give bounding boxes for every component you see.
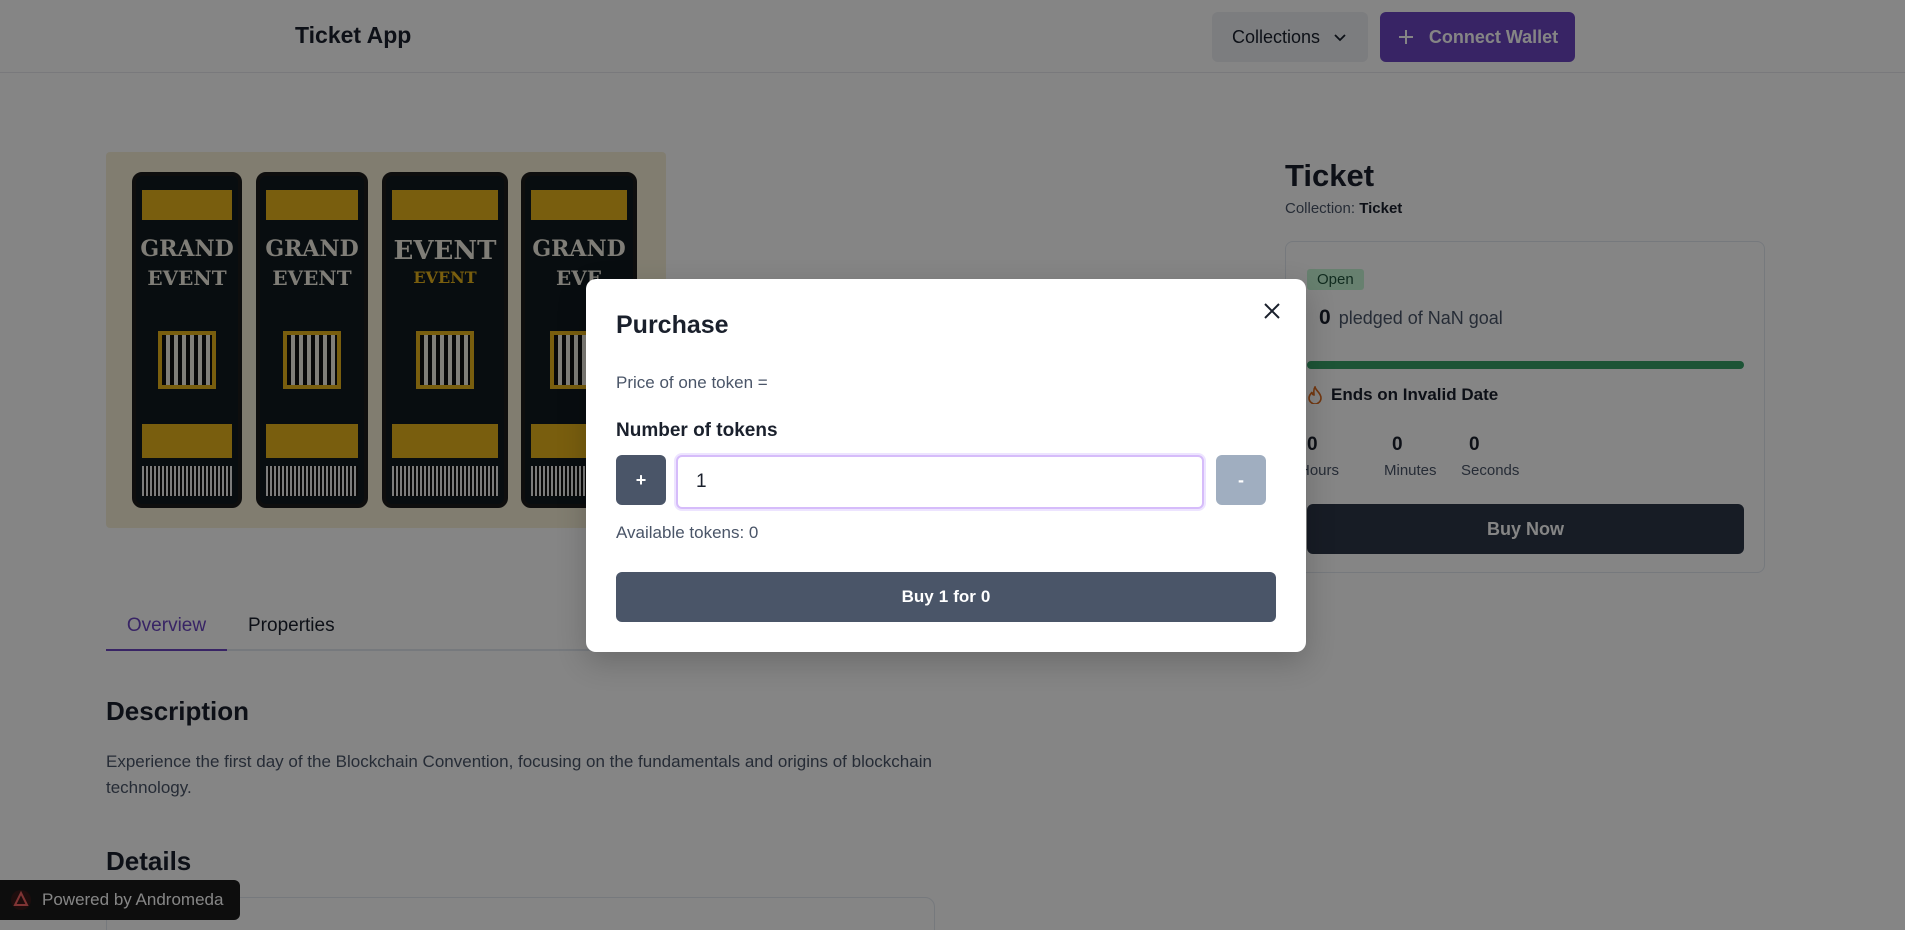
- buy-price: 0: [980, 587, 991, 606]
- quantity-input[interactable]: [676, 455, 1204, 509]
- purchase-modal: Purchase Price of one token = Number of …: [586, 279, 1306, 652]
- available-tokens: Available tokens: 0: [616, 523, 759, 542]
- buy-quantity: 1: [938, 587, 949, 606]
- increment-button[interactable]: +: [616, 455, 666, 505]
- buy-prefix: Buy: [901, 587, 934, 606]
- close-icon: [1264, 303, 1280, 319]
- decrement-button[interactable]: -: [1216, 455, 1266, 505]
- buy-button[interactable]: Buy 1 for 0: [616, 572, 1276, 622]
- modal-title: Purchase: [616, 311, 729, 339]
- price-line: Price of one token =: [616, 373, 768, 392]
- number-of-tokens-label: Number of tokens: [616, 420, 778, 441]
- buy-for: for: [953, 587, 976, 606]
- close-button[interactable]: [1256, 295, 1288, 327]
